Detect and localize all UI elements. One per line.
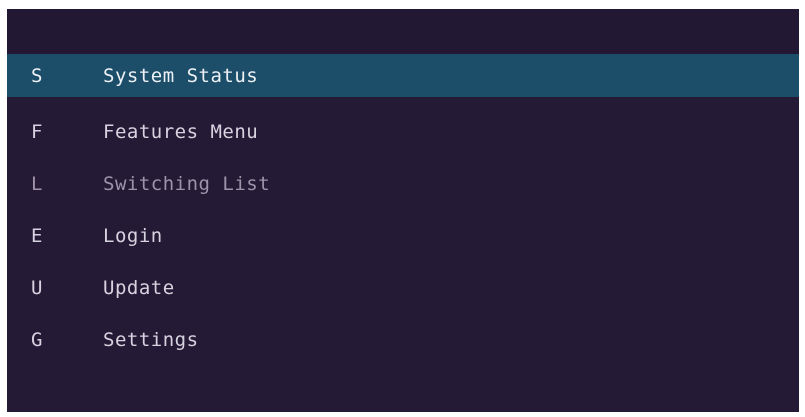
menu-item-features-menu[interactable]: F Features Menu	[7, 106, 799, 158]
main-menu: S System Status F Features Menu L Switch…	[7, 54, 799, 366]
menu-hotkey: G	[31, 329, 43, 351]
menu-item-system-status[interactable]: S System Status	[7, 54, 799, 97]
menu-hotkey: F	[31, 121, 43, 143]
menu-label: Features Menu	[103, 121, 259, 143]
header-band	[7, 9, 799, 54]
menu-hotkey: E	[31, 225, 43, 247]
terminal-screen: S System Status F Features Menu L Switch…	[7, 9, 799, 412]
menu-label: System Status	[103, 64, 259, 87]
menu-hotkey: L	[31, 173, 43, 195]
menu-item-login[interactable]: E Login	[7, 210, 799, 262]
menu-item-switching-list[interactable]: L Switching List	[7, 158, 799, 210]
menu-label: Settings	[103, 329, 199, 351]
menu-item-settings[interactable]: G Settings	[7, 314, 799, 366]
menu-hotkey: S	[31, 64, 43, 87]
menu-hotkey: U	[31, 277, 43, 299]
menu-label: Update	[103, 277, 175, 299]
menu-item-update[interactable]: U Update	[7, 262, 799, 314]
menu-label: Login	[103, 225, 163, 247]
menu-label: Switching List	[103, 173, 271, 195]
